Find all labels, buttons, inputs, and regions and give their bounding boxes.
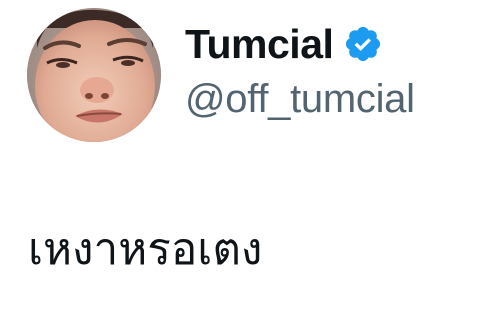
- tweet-text: เหงาหรอเตง: [28, 224, 263, 275]
- avatar[interactable]: [27, 8, 161, 142]
- author-name-row: Tumcial: [185, 18, 415, 70]
- verified-badge-icon[interactable]: [343, 24, 383, 64]
- display-name[interactable]: Tumcial: [185, 18, 334, 70]
- avatar-photo: [27, 8, 161, 142]
- tweet-card: Tumcial @off_tumcial เหงาหรอเตง: [0, 0, 487, 315]
- author-handle[interactable]: @off_tumcial: [185, 73, 415, 125]
- author-identity: Tumcial @off_tumcial: [185, 18, 415, 125]
